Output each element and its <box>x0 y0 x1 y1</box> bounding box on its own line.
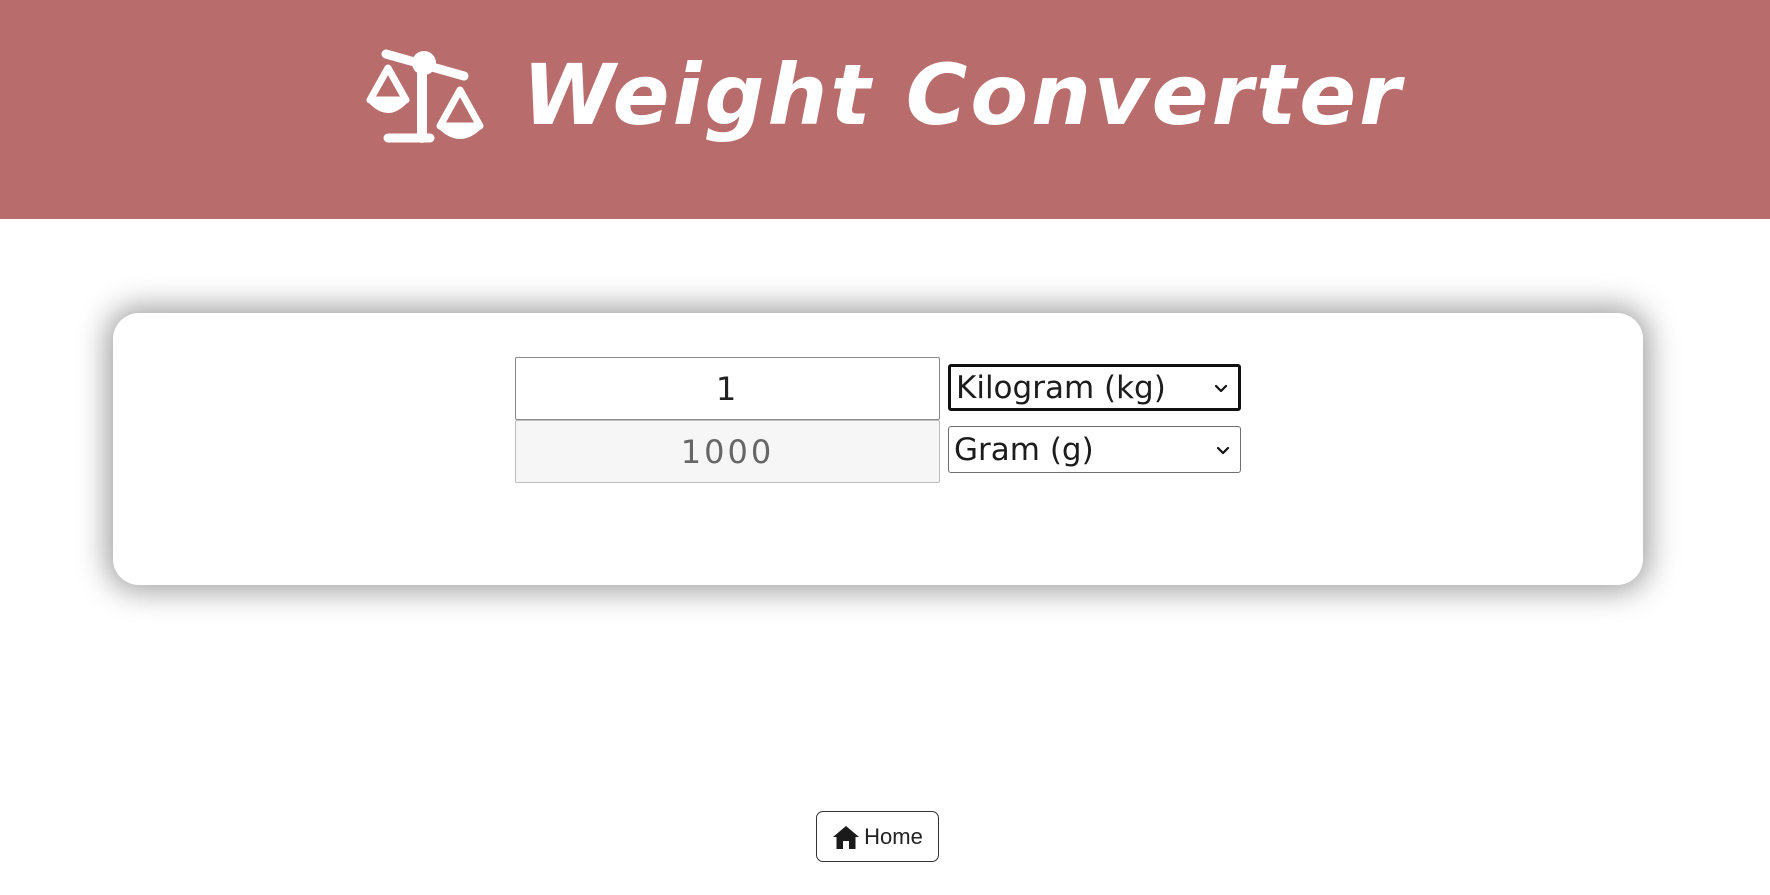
scale-balance-icon <box>366 49 484 143</box>
chevron-down-icon <box>1216 446 1230 454</box>
page-title: Weight Converter <box>522 46 1404 144</box>
result-output: 1000 <box>515 420 940 483</box>
header-title-row: Weight Converter <box>0 30 1770 160</box>
amount-input[interactable]: 1 <box>515 357 940 420</box>
home-button-label: Home <box>864 823 923 849</box>
page-header: Weight Converter <box>0 0 1770 219</box>
home-button[interactable]: Home <box>816 811 939 862</box>
from-unit-label: Kilogram (kg) <box>956 369 1166 406</box>
to-unit-select[interactable]: Gram (g) <box>948 426 1241 473</box>
from-unit-select[interactable]: Kilogram (kg) <box>948 364 1241 411</box>
home-icon <box>833 825 860 849</box>
chevron-down-icon <box>1214 384 1228 392</box>
to-unit-label: Gram (g) <box>954 431 1094 468</box>
